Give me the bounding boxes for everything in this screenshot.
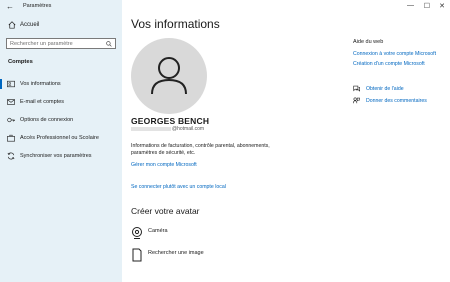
- sidebar-item-label: Synchroniser vos paramètres: [20, 153, 92, 159]
- camera-icon: [132, 227, 142, 239]
- app-title: Paramètres: [23, 3, 52, 9]
- get-help-link[interactable]: Obtenir de l'aide: [366, 86, 404, 92]
- sidebar: ← Paramètres Accueil Rechercher un param…: [0, 0, 122, 282]
- search-placeholder: Rechercher un paramètre: [10, 41, 73, 47]
- browse-image-icon: [132, 248, 142, 262]
- help-link-connexion[interactable]: Connexion à votre compte Microsoft: [353, 51, 436, 57]
- browse-image-label: Rechercher une image: [148, 250, 204, 256]
- sidebar-item-label: E-mail et comptes: [20, 99, 65, 105]
- user-silhouette-icon: [151, 57, 187, 95]
- user-name: GEORGES BENCH: [131, 116, 210, 126]
- browse-image-option[interactable]: Rechercher une image: [131, 248, 231, 268]
- sidebar-item-options-connexion[interactable]: Options de connexion: [0, 113, 122, 127]
- sidebar-item-label: Options de connexion: [20, 117, 74, 123]
- avatar: [131, 38, 207, 114]
- back-arrow-icon[interactable]: ←: [6, 2, 14, 11]
- search-input[interactable]: Rechercher un paramètre: [6, 38, 116, 49]
- title-bar: ← Paramètres: [0, 0, 122, 14]
- camera-label: Caméra: [148, 228, 168, 234]
- mail-icon: [7, 99, 15, 105]
- person-card-icon: [7, 80, 15, 88]
- sidebar-item-label: Accès Professionnel ou Scolaire: [20, 135, 99, 141]
- help-link-creation[interactable]: Création d'un compte Microsoft: [353, 61, 425, 67]
- help-title: Aide du web: [353, 39, 384, 45]
- camera-option[interactable]: Caméra: [131, 226, 211, 246]
- sidebar-item-email[interactable]: E-mail et comptes: [0, 95, 122, 109]
- sync-icon: [7, 152, 15, 160]
- maximize-button[interactable]: ☐: [424, 2, 430, 10]
- briefcase-icon: [7, 134, 15, 142]
- feedback-link[interactable]: Donner des commentaires: [366, 98, 427, 104]
- minimize-button[interactable]: —: [407, 2, 414, 9]
- sidebar-item-acces-pro[interactable]: Accès Professionnel ou Scolaire: [0, 131, 122, 145]
- feedback-icon: [353, 97, 360, 104]
- home-link[interactable]: Accueil: [0, 19, 122, 31]
- account-info-text: Informations de facturation, contrôle pa…: [131, 143, 270, 156]
- sidebar-item-synchroniser[interactable]: Synchroniser vos paramètres: [0, 149, 122, 163]
- email-domain: @hotmail.com: [172, 126, 205, 132]
- close-button[interactable]: ✕: [439, 2, 445, 10]
- avatar-heading: Créer votre avatar: [131, 206, 200, 216]
- page-title: Vos informations: [131, 17, 220, 31]
- local-account-link[interactable]: Se connecter plutôt avec un compte local: [131, 184, 226, 190]
- email-redacted-block: [131, 127, 171, 131]
- key-icon: [7, 117, 15, 123]
- home-icon: [8, 21, 16, 29]
- section-label-comptes: Comptes: [8, 59, 33, 65]
- search-icon: [106, 40, 112, 47]
- manage-account-link[interactable]: Gérer mon compte Microsoft: [131, 162, 197, 168]
- home-label: Accueil: [20, 22, 40, 28]
- sidebar-item-vos-informations[interactable]: Vos informations: [0, 77, 122, 91]
- sidebar-item-label: Vos informations: [20, 81, 61, 87]
- chat-help-icon: [353, 85, 360, 92]
